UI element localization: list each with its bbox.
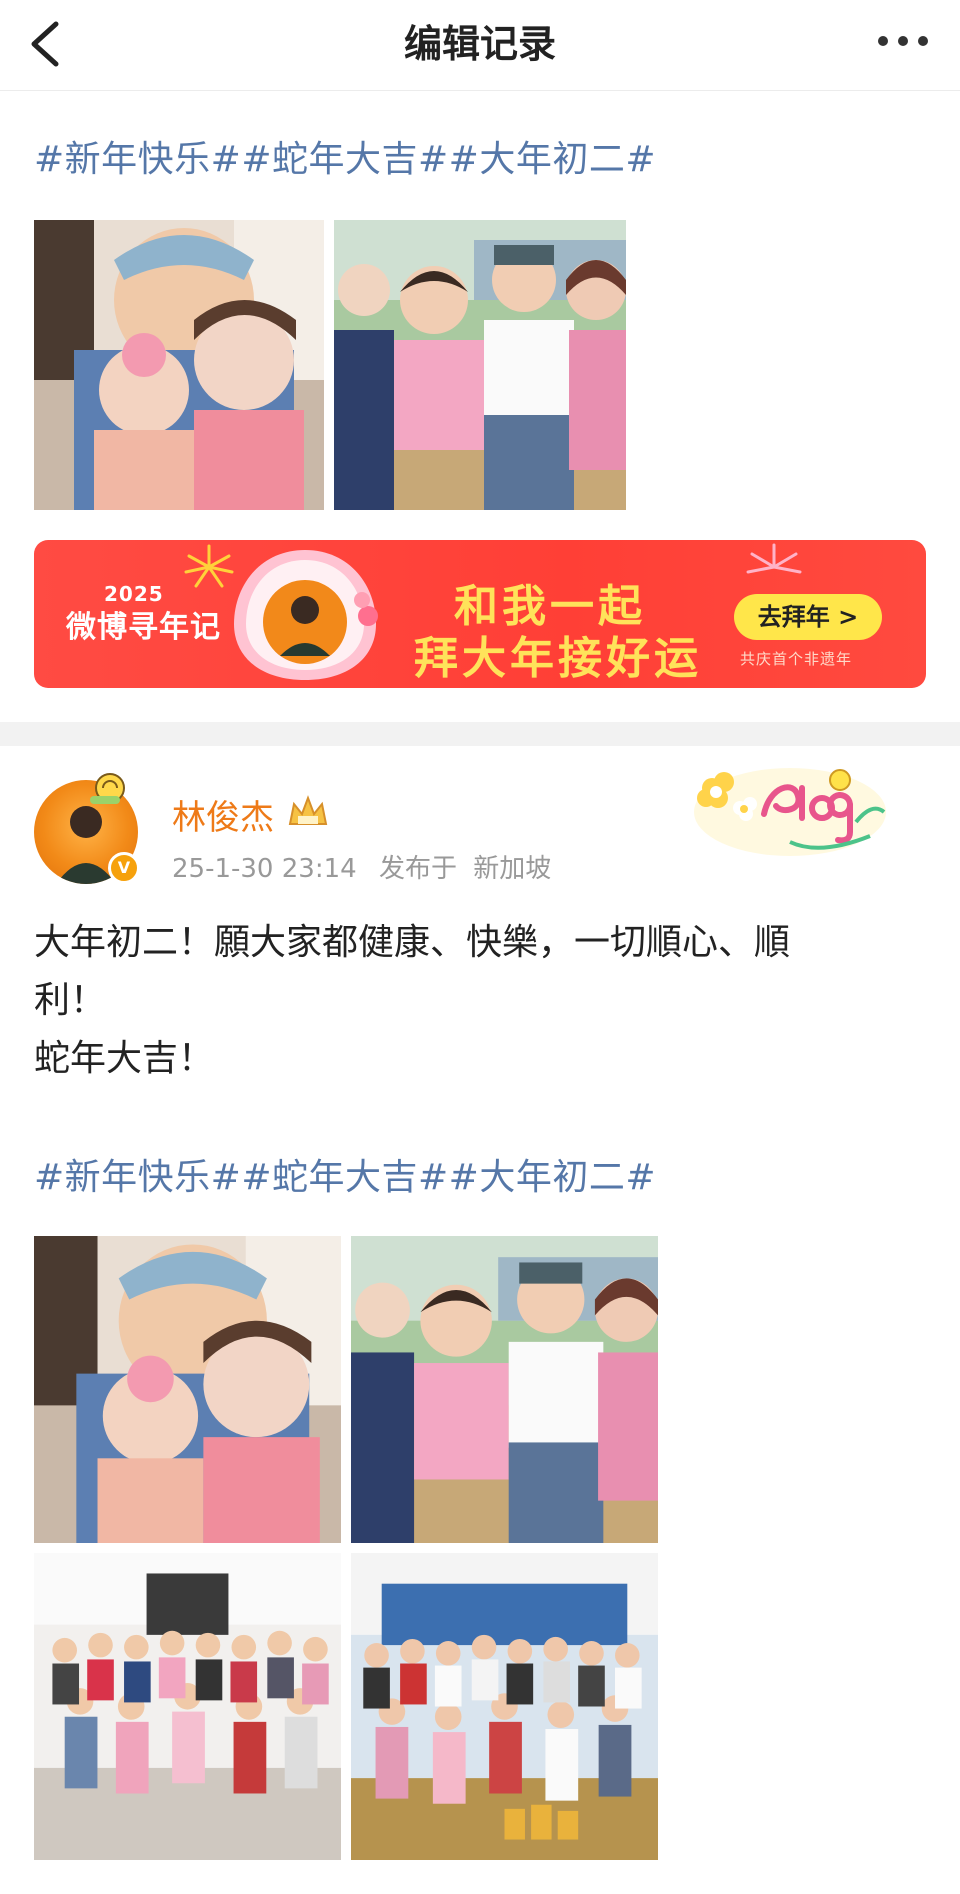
verified-badge: V xyxy=(108,852,140,884)
post-meta: 25-1-30 23:14 发布于 新加坡 xyxy=(172,848,565,885)
more-dots-icon[interactable] xyxy=(876,30,930,52)
family-photo-2[interactable] xyxy=(334,220,626,510)
plog-sticker-icon xyxy=(690,752,890,862)
go-greet-button[interactable]: 去拜年 > xyxy=(734,594,882,640)
hashtag-line[interactable]: #新年快乐##蛇年大吉##大年初二# xyxy=(34,1148,656,1200)
crown-badge-icon xyxy=(286,794,330,830)
family-photo-1[interactable] xyxy=(34,220,324,510)
banner-avatar-frame xyxy=(230,546,380,682)
post-timestamp: 25-1-30 23:14 xyxy=(172,854,357,884)
family-photo-2[interactable] xyxy=(351,1236,658,1543)
family-photo-1[interactable] xyxy=(34,1236,341,1543)
page-title: 编辑记录 xyxy=(403,22,556,66)
firework-icon xyxy=(746,543,802,574)
location-prefix: 发布于 xyxy=(378,854,457,884)
banner-brand: 微博寻年记 xyxy=(66,610,221,645)
top-nav-bar: 编辑记录 xyxy=(0,0,960,91)
new-year-banner[interactable]: 2025 微博寻年记 和我一起 拜大年接好运 去拜年 > 共庆首个非遗年 xyxy=(34,540,926,688)
banner-headline-2: 拜大年接好运 xyxy=(414,633,702,684)
section-divider xyxy=(0,722,960,746)
hashtag-line[interactable]: #新年快乐##蛇年大吉##大年初二# xyxy=(34,130,656,182)
post-text: 大年初二！願大家都健康、快樂，一切順心、順 利！ 蛇年大吉！ xyxy=(34,922,791,1079)
post-location: 新加坡 xyxy=(473,854,552,884)
family-photo-4[interactable] xyxy=(351,1553,658,1860)
snail-deco-icon xyxy=(86,768,130,808)
banner-subtitle: 共庆首个非遗年 xyxy=(740,650,853,668)
family-photo-3[interactable] xyxy=(34,1553,341,1860)
user-name[interactable]: 林俊杰 xyxy=(172,790,274,839)
